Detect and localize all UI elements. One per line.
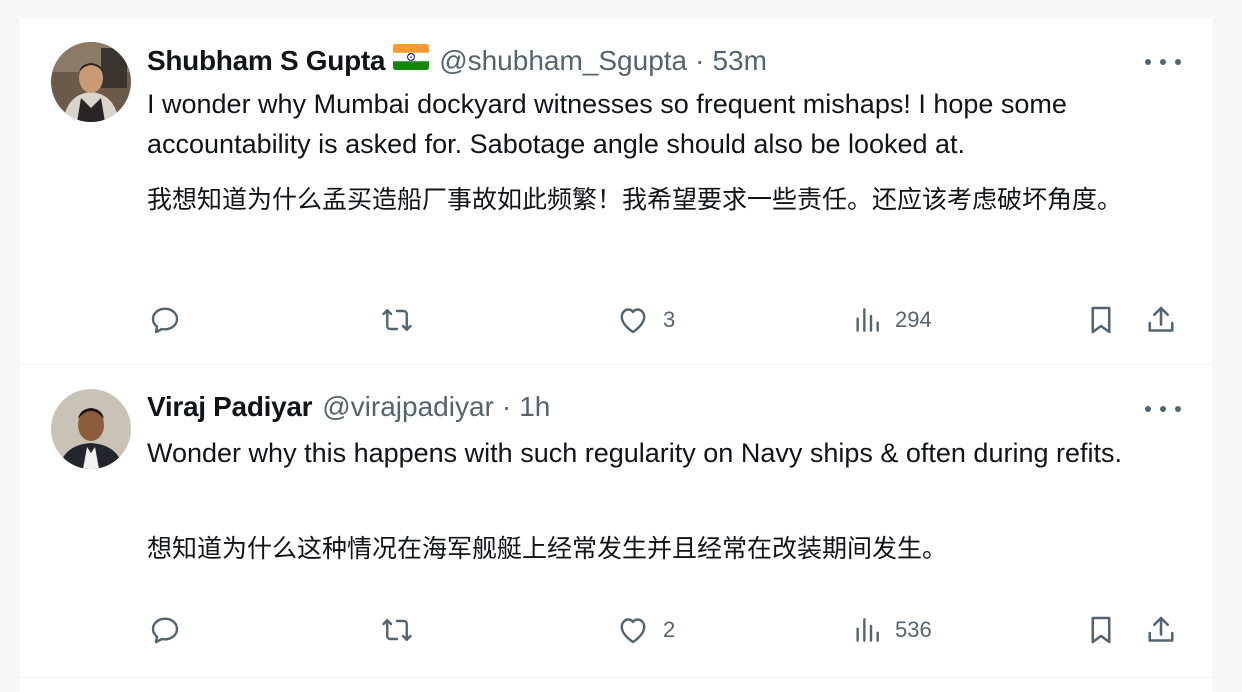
share-icon [1148, 306, 1174, 332]
bookmark-button[interactable] [1083, 610, 1119, 650]
handle[interactable]: @shubham_Sgupta [439, 45, 687, 77]
heart-icon [620, 308, 646, 334]
bookmark-icon [1091, 306, 1111, 334]
like-button[interactable]: 3 [615, 300, 675, 340]
share-button[interactable] [1143, 300, 1179, 340]
timestamp[interactable]: 1h [519, 391, 550, 423]
tweet-actions: 3 294 [147, 300, 1187, 340]
reply-button[interactable] [147, 300, 183, 340]
view-count: 294 [895, 307, 932, 332]
tweet[interactable]: Viraj Padiyar @virajpadiyar · 1h Wonder … [19, 365, 1213, 678]
handle[interactable]: @virajpadiyar [322, 391, 494, 423]
separator-dot: · [695, 44, 705, 76]
tweet-header: Shubham S Gupta @shubham_Sgupta · 53m [147, 43, 767, 77]
more-options-icon[interactable] [1145, 403, 1181, 415]
reply-icon [151, 307, 179, 334]
avatar[interactable] [51, 42, 131, 122]
views-icon [856, 618, 879, 642]
retweet-button[interactable] [379, 610, 415, 650]
views-button[interactable]: 294 [851, 300, 932, 340]
like-count: 2 [663, 617, 676, 642]
avatar[interactable] [51, 389, 131, 469]
timestamp[interactable]: 53m [712, 45, 766, 77]
tweet[interactable]: Shubham S Gupta @shubham_Sgupta · 53m I … [19, 18, 1213, 365]
views-button[interactable]: 536 [851, 610, 932, 650]
like-count: 3 [663, 307, 676, 332]
reply-icon [151, 617, 179, 644]
tweet-translation: 想知道为什么这种情况在海军舰艇上经常发生并且经常在改装期间发生。 [147, 534, 948, 563]
tweet-text: Wonder why this happens with such regula… [147, 438, 1122, 468]
india-flag-icon [392, 43, 430, 77]
view-count: 536 [895, 617, 932, 642]
share-icon [1148, 616, 1174, 642]
tweet-feed: Shubham S Gupta @shubham_Sgupta · 53m I … [18, 18, 1214, 692]
like-button[interactable]: 2 [615, 610, 675, 650]
separator-dot: · [501, 391, 512, 422]
tweet-text: I wonder why Mumbai dockyard witnesses s… [147, 89, 1067, 159]
tweet-header: Viraj Padiyar @virajpadiyar · 1h [147, 391, 550, 423]
more-options-icon[interactable] [1145, 56, 1181, 68]
display-name[interactable]: Shubham S Gupta [147, 45, 385, 77]
bookmark-button[interactable] [1083, 300, 1119, 340]
tweet-actions: 2 536 [147, 610, 1187, 650]
views-icon [856, 308, 879, 332]
reply-button[interactable] [147, 610, 183, 650]
bookmark-icon [1091, 616, 1111, 644]
retweet-button[interactable] [379, 300, 415, 340]
retweet-icon [382, 619, 412, 641]
share-button[interactable] [1143, 610, 1179, 650]
heart-icon [620, 618, 646, 644]
display-name[interactable]: Viraj Padiyar [147, 391, 313, 423]
tweet-translation: 我想知道为什么孟买造船厂事故如此频繁！我希望要求一些责任。还应该考虑破坏角度。 [147, 185, 1123, 214]
retweet-icon [382, 309, 412, 331]
